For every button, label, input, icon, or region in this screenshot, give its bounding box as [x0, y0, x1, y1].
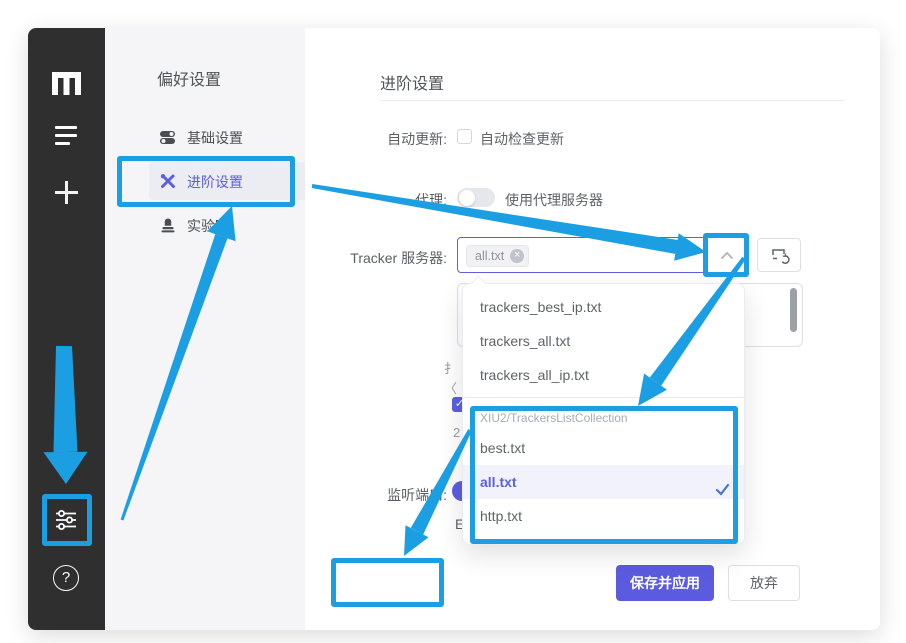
annotation-box-advanced-item [117, 156, 295, 207]
listen-port-label: 监听端口: [387, 485, 447, 505]
help-icon[interactable]: ? [53, 565, 79, 591]
tracker-tag-label: all.txt [475, 249, 504, 263]
save-apply-button[interactable]: 保存并应用 [616, 565, 714, 601]
sidebar-item-lab[interactable]: 实验室 [149, 206, 317, 244]
toggles-icon [160, 129, 176, 145]
page-title: 进阶设置 [380, 70, 444, 94]
proxy-label: 代理: [415, 190, 447, 210]
app-window: ? 偏好设置 基础设置 [28, 28, 880, 630]
add-task-icon[interactable] [54, 180, 79, 205]
sync-tracker-button[interactable] [757, 238, 801, 272]
dropdown-option[interactable]: trackers_best_ip.txt [463, 290, 744, 324]
title-divider [380, 100, 845, 101]
proxy-toggle-label: 使用代理服务器 [505, 190, 603, 210]
textarea-scrollbar[interactable] [790, 288, 797, 332]
dropdown-option[interactable]: trackers_all_ip.txt [463, 358, 744, 392]
auto-update-label: 自动更新: [387, 129, 447, 149]
auto-update-checkbox-label: 自动检查更新 [480, 129, 564, 149]
tracker-server-label: Tracker 服务器: [350, 248, 447, 268]
auto-update-checkbox[interactable] [457, 129, 472, 144]
sidebar-item-label: 基础设置 [187, 128, 243, 148]
preferences-title: 偏好设置 [157, 66, 221, 90]
hint-fragment: 扌 [444, 358, 457, 377]
sidebar-item-basic-settings[interactable]: 基础设置 [149, 118, 317, 156]
sidebar-item-label: 实验室 [187, 216, 229, 236]
annotation-box-save-button [331, 558, 444, 607]
tag-remove-icon[interactable]: × [510, 249, 524, 263]
annotation-box-dropdown-group [470, 406, 738, 544]
discard-button[interactable]: 放弃 [728, 565, 800, 601]
proxy-toggle[interactable] [457, 188, 495, 207]
annotation-box-select-chevron [703, 233, 749, 277]
preferences-sidebar: 偏好设置 基础设置 [105, 28, 305, 630]
motrix-logo-icon [51, 72, 82, 97]
stamp-icon [160, 217, 176, 233]
hint-fragment: 〈 [444, 378, 457, 397]
dropdown-option[interactable]: trackers_all.txt [463, 324, 744, 358]
dropdown-divider [463, 397, 744, 398]
screenshot-stage: ? 偏好设置 基础设置 [0, 0, 906, 643]
number-fragment: 2 [453, 425, 460, 440]
annotation-box-preferences-icon [42, 494, 92, 546]
task-list-icon[interactable] [55, 126, 77, 146]
tracker-tag[interactable]: all.txt × [466, 245, 529, 267]
